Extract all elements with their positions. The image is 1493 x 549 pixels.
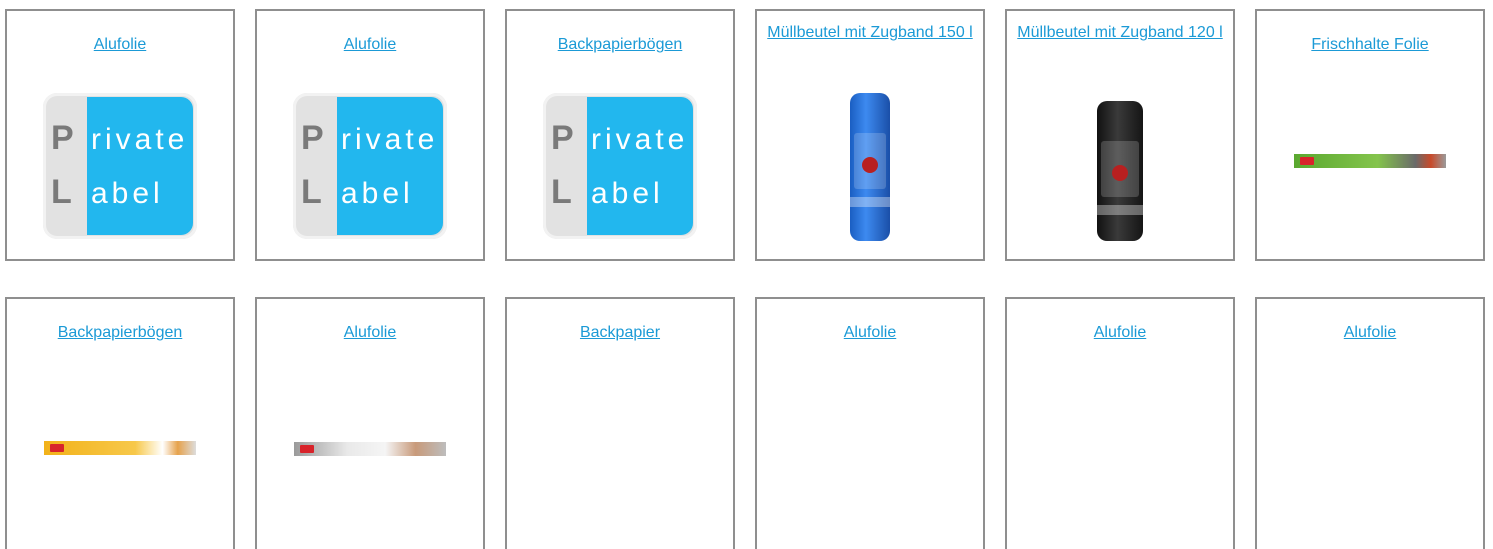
product-link[interactable]: Alufolie (265, 325, 475, 341)
product-link[interactable]: Alufolie (15, 37, 225, 53)
logo-text-abel: abel (91, 177, 164, 210)
product-link[interactable]: Frischhalte Folie (1265, 37, 1475, 53)
logo-letter-p: P (51, 119, 74, 157)
logo-letter-l: L (301, 173, 322, 211)
logo-text-rivate: rivate (591, 123, 689, 156)
product-card[interactable]: Alufolie (255, 297, 485, 549)
product-link[interactable]: Alufolie (765, 325, 975, 341)
product-card[interactable]: Backpapierbögen (5, 297, 235, 549)
product-link[interactable]: Alufolie (1015, 325, 1225, 341)
blue-bag-roll-image[interactable] (850, 93, 890, 241)
product-link[interactable]: Alufolie (1265, 325, 1475, 341)
logo-text-rivate: rivate (341, 123, 439, 156)
product-card[interactable]: Alufolie (1255, 297, 1485, 549)
product-link[interactable]: Müllbeutel mit Zugband 150 l (765, 25, 975, 41)
black-bag-roll-image[interactable] (1097, 101, 1143, 241)
product-card[interactable]: Alufolie (1005, 297, 1235, 549)
logo-letter-p: P (551, 119, 574, 157)
brand-tag (300, 445, 314, 453)
logo-letter-l: L (551, 173, 572, 211)
logo-letter-l: L (51, 173, 72, 211)
silver-foil-box-image[interactable] (294, 442, 446, 456)
logo-text-abel: abel (591, 177, 664, 210)
logo-blue-panel (337, 97, 443, 235)
green-film-box-image[interactable] (1294, 154, 1446, 168)
product-link[interactable]: Backpapierbögen (515, 37, 725, 53)
bag-stripe (850, 197, 890, 207)
logo-blue-panel (87, 97, 193, 235)
product-card[interactable]: Alufolie (755, 297, 985, 549)
product-link[interactable]: Backpapierbögen (15, 325, 225, 341)
bag-stripe (1097, 205, 1143, 215)
product-card[interactable]: Frischhalte Folie (1255, 9, 1485, 261)
logo-letter-p: P (301, 119, 324, 157)
product-link[interactable]: Müllbeutel mit Zugband 120 l (1015, 25, 1225, 41)
product-grid: Alufolie P rivate L abel Alufolie P riva… (5, 9, 1485, 549)
bag-logo-dot (862, 157, 878, 173)
bag-logo-dot (1112, 165, 1128, 181)
yellow-paper-box-image[interactable] (44, 441, 196, 455)
product-card[interactable]: Alufolie P rivate L abel (255, 9, 485, 261)
product-card[interactable]: Alufolie P rivate L abel (5, 9, 235, 261)
product-link[interactable]: Alufolie (265, 37, 475, 53)
brand-tag (50, 444, 64, 452)
private-label-logo[interactable]: P rivate L abel (43, 93, 197, 239)
product-link[interactable]: Backpapier (515, 325, 725, 341)
logo-blue-panel (587, 97, 693, 235)
product-card[interactable]: Müllbeutel mit Zugband 120 l (1005, 9, 1235, 261)
product-card[interactable]: Backpapier (505, 297, 735, 549)
logo-text-rivate: rivate (91, 123, 189, 156)
product-card[interactable]: Backpapierbögen P rivate L abel (505, 9, 735, 261)
brand-tag (1300, 157, 1314, 165)
logo-text-abel: abel (341, 177, 414, 210)
private-label-logo[interactable]: P rivate L abel (543, 93, 697, 239)
product-card[interactable]: Müllbeutel mit Zugband 150 l (755, 9, 985, 261)
private-label-logo[interactable]: P rivate L abel (293, 93, 447, 239)
